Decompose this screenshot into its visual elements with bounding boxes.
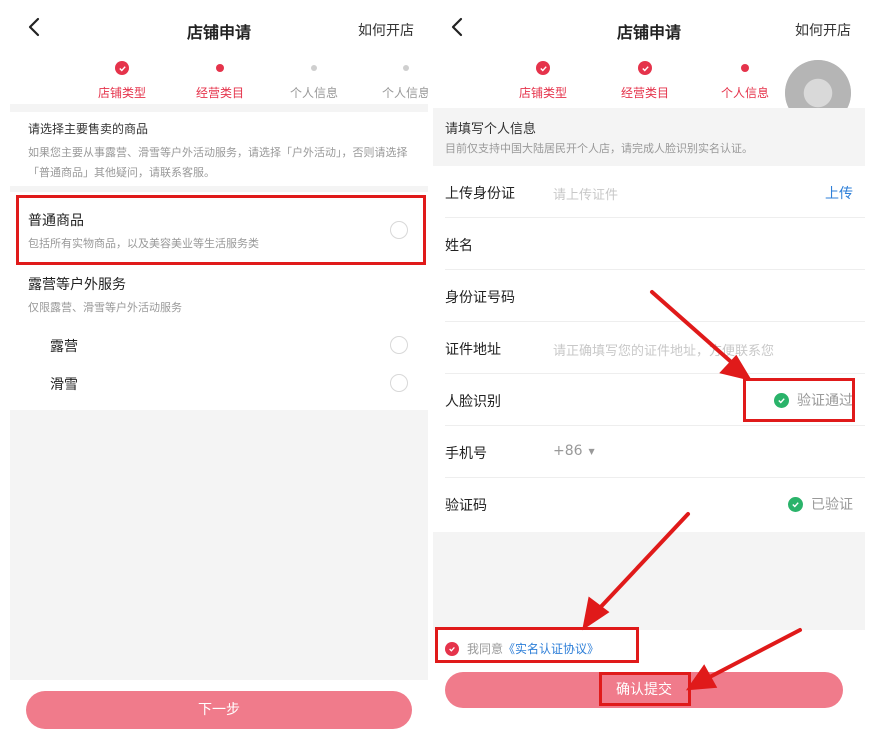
row-label: 手机号 [445,446,487,462]
option-title: 露营等户外服务 [28,277,126,293]
radio-skiing[interactable] [390,374,408,392]
header: 店铺申请 如何开店 [433,0,865,56]
check-circle-icon [788,496,803,512]
address-placeholder: 请正确填写您的证件地址，方便联系您 [553,344,775,359]
intro-description: 如果您主要从事露营、滑雪等户外活动服务，请选择「户外活动」，否则请选择「普通商品… [28,146,408,179]
step-label: 经营类目 [620,86,669,100]
active-dot-icon [741,64,749,72]
sub-option-camping[interactable]: 露营 [50,336,78,356]
intro-section: 请选择主要售卖的商品 如果您主要从事露营、滑雪等户外活动服务，请选择「户外活动」… [28,120,410,183]
row-label: 上传身份证 [445,186,515,202]
option-subtitle: 仅限露营、滑雪等户外活动服务 [28,301,182,314]
intro-title: 请选择主要售卖的商品 [28,122,149,136]
step-personal-info: 个人信息 [269,60,359,101]
row-id-address[interactable]: 证件地址 请正确填写您的证件地址，方便联系您 [445,322,865,374]
row-id-number[interactable]: 身份证号码 [445,270,865,322]
step-label: 店铺类型 [97,86,146,100]
row-phone[interactable]: 手机号 +86 ▼ [445,426,865,478]
intro-title: 请填写个人信息 [445,122,537,137]
divider [10,186,428,192]
step-personal-info: 个人信息 [700,60,790,101]
upload-button[interactable]: 上传 [825,183,853,203]
step-label: 经营类目 [195,86,244,100]
step-indicator: 店铺类型 经营类目 个人信息 个人信息 [10,60,428,102]
how-to-open-link[interactable]: 如何开店 [358,20,414,40]
row-label: 验证码 [445,498,487,514]
row-name[interactable]: 姓名 [445,218,865,270]
highlight-box [599,672,691,706]
code-status-text: 已验证 [811,497,853,513]
option-outdoor-service[interactable]: 露营等户外服务 仅限露营、滑雪等户外活动服务 [28,274,428,315]
row-label: 身份证号码 [445,290,515,306]
highlight-box [743,378,855,422]
step-label: 店铺类型 [518,86,567,100]
step-store-type: 店铺类型 [498,60,588,101]
next-step-button[interactable]: 下一步 [26,691,412,729]
intro-description: 目前仅支持中国大陆居民开个人店，请完成人脸识别实名认证。 [445,142,753,155]
active-dot-icon [216,64,224,72]
empty-area [433,532,865,630]
step-personal-info-2: 个人信息 [361,60,428,101]
row-label: 证件地址 [445,342,501,358]
country-code: +86 [553,443,583,459]
intro-section: 请填写个人信息 目前仅支持中国大陆居民开个人店，请完成人脸识别实名认证。 [445,118,847,159]
row-upload-id: 上传身份证 请上传证件 上传 [445,166,865,218]
check-icon [115,61,129,75]
step-label: 个人信息 [289,86,338,100]
step-label: 个人信息 [381,86,428,100]
row-verify-code[interactable]: 验证码 已验证 [445,478,865,530]
step-label: 个人信息 [720,86,769,100]
how-to-open-link[interactable]: 如何开店 [795,20,851,40]
inactive-dot-icon [311,65,317,71]
row-label: 姓名 [445,238,473,254]
row-label: 人脸识别 [445,394,501,410]
code-status: 已验证 [788,494,853,514]
highlight-box [435,627,639,663]
inactive-dot-icon [403,65,409,71]
step-category: 经营类目 [600,60,690,101]
empty-area [10,410,428,680]
header: 店铺申请 如何开店 [10,0,428,56]
country-code-select[interactable]: +86 ▼ [553,443,595,459]
step-category: 经营类目 [175,60,265,101]
divider [10,104,428,112]
radio-camping[interactable] [390,336,408,354]
check-icon [638,61,652,75]
left-screen: 店铺申请 如何开店 店铺类型 经营类目 个人信息 个人信息 请选择主要售卖的商品… [10,0,428,733]
right-screen: 店铺申请 如何开店 店铺类型 经营类目 个人信息 请填写个人信息 目前仅支持中国… [433,0,865,733]
check-icon [536,61,550,75]
highlight-box [16,195,426,265]
upload-id-placeholder: 请上传证件 [553,188,619,203]
caret-down-icon: ▼ [588,446,595,456]
sub-option-skiing[interactable]: 滑雪 [50,374,78,394]
step-store-type: 店铺类型 [77,60,167,101]
